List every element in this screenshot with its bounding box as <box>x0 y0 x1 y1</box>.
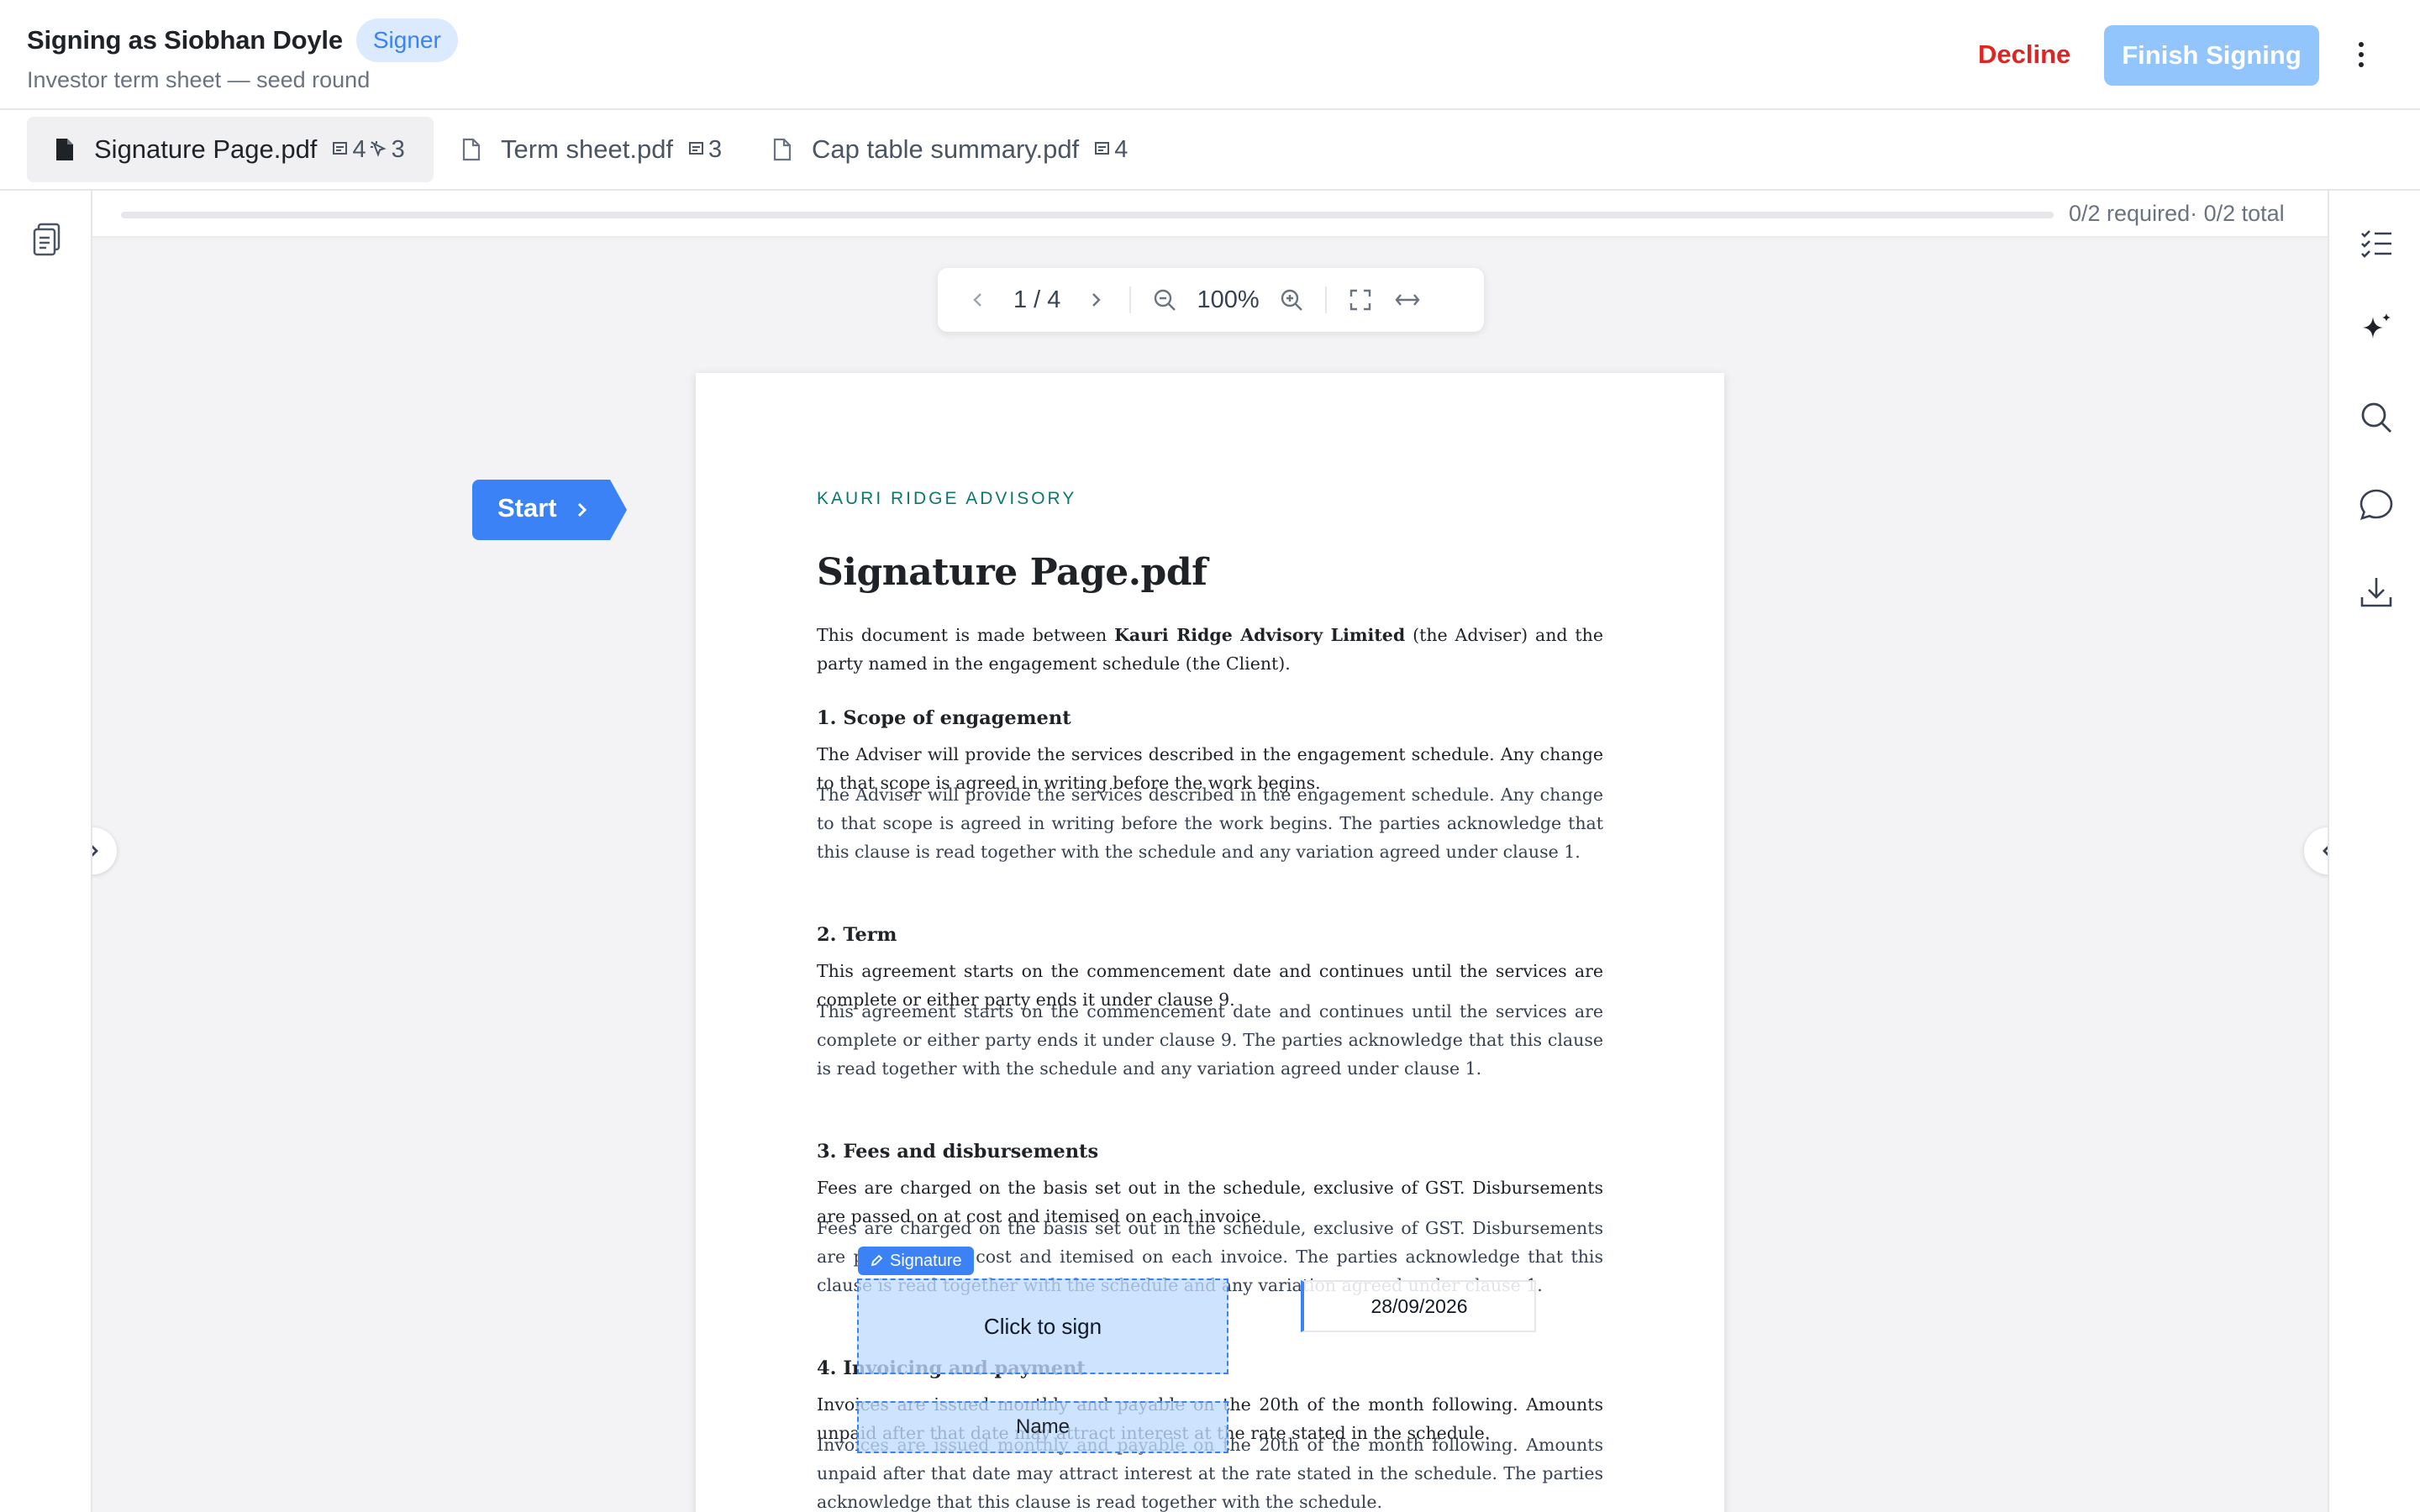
comment-icon[interactable] <box>2358 486 2395 523</box>
fit-width-button[interactable] <box>1384 276 1431 323</box>
progress-bar <box>121 212 2054 218</box>
tab-cap-table-summary[interactable]: Cap table summary.pdf 4 <box>744 117 1156 182</box>
document-outline-icon <box>462 138 481 161</box>
sparkle-ai-icon[interactable] <box>2358 312 2395 349</box>
fields-icon <box>1095 142 1110 155</box>
tab-label: Term sheet.pdf <box>501 134 674 164</box>
section-paragraph: The Adviser will provide the services de… <box>817 785 1603 862</box>
section-heading: 2. Term <box>817 924 897 946</box>
download-icon[interactable] <box>2358 574 2395 611</box>
document-outline-icon <box>773 138 792 161</box>
intro-party-name: Kauri Ridge Advisory Limited <box>1114 625 1406 645</box>
document-title: Signature Page.pdf <box>817 551 1207 594</box>
signature-tag-label: Signature <box>890 1251 962 1270</box>
header: Signing as Siobhan Doyle Signer Investor… <box>0 0 2420 110</box>
field-count: 3 <box>688 136 722 164</box>
progress-strip: 0/2 required· 0/2 total <box>92 191 2328 238</box>
pen-icon <box>871 1254 883 1267</box>
role-badge: Signer <box>355 18 458 62</box>
tab-label: Cap table summary.pdf <box>812 134 1080 164</box>
zoom-out-button[interactable] <box>1141 276 1188 323</box>
expand-right-panel-button[interactable] <box>2304 827 2328 874</box>
expand-left-panel-button[interactable] <box>92 827 117 874</box>
cursor-click-icon <box>370 141 387 157</box>
search-icon[interactable] <box>2358 399 2395 436</box>
more-options-icon[interactable] <box>2344 34 2378 76</box>
page-title: Signing as Siobhan Doyle <box>27 25 343 55</box>
zoom-level: 100% <box>1197 286 1260 313</box>
chevron-right-icon <box>92 845 98 857</box>
tab-field-count: 4 <box>352 135 366 163</box>
finish-signing-button[interactable]: Finish Signing <box>2104 25 2319 86</box>
field-count: 4 3 <box>332 135 405 164</box>
chevron-right-icon <box>577 502 587 517</box>
page-thumbnails-icon[interactable] <box>32 223 62 256</box>
fit-width-icon <box>1395 294 1420 306</box>
zoom-in-button[interactable] <box>1268 276 1315 323</box>
zoom-in-icon <box>1281 289 1302 311</box>
tab-field-count: 4 <box>1114 135 1128 163</box>
field-count: 4 <box>1094 136 1128 164</box>
progress-text: 0/2 required· 0/2 total <box>2069 201 2285 226</box>
previous-page-button[interactable] <box>955 276 1002 323</box>
tab-term-sheet[interactable]: Term sheet.pdf 3 <box>434 117 750 182</box>
tab-signature-page[interactable]: Signature Page.pdf 4 3 <box>27 117 434 182</box>
toolbar-divider <box>1129 286 1132 313</box>
left-rail <box>0 191 92 1512</box>
company-brand: KAURI RIDGE ADVISORY <box>817 489 1077 508</box>
envelope-subtitle: Investor term sheet — seed round <box>27 67 371 92</box>
chevron-left-icon <box>973 293 981 307</box>
viewer-toolbar: 1 / 4 100% <box>938 268 1484 332</box>
toolbar-divider <box>1324 286 1327 313</box>
fullscreen-icon <box>1349 289 1370 311</box>
section-paragraph: This agreement starts on the commencemen… <box>817 1001 1603 1079</box>
tab-required-count: 3 <box>391 135 405 163</box>
date-field[interactable]: 28/09/2026 <box>1301 1280 1536 1332</box>
checklist-icon[interactable] <box>2358 224 2395 261</box>
start-label: Start <box>497 493 557 522</box>
signature-field-tag: Signature <box>858 1247 974 1275</box>
name-field[interactable]: Name <box>857 1401 1228 1453</box>
fullscreen-button[interactable] <box>1337 276 1384 323</box>
chevron-right-icon <box>1092 293 1102 307</box>
fields-icon <box>689 142 704 155</box>
section-heading: 1. Scope of engagement <box>817 707 1071 729</box>
title-row: Signing as Siobhan Doyle Signer <box>27 18 458 62</box>
page-indicator: 1 / 4 <box>1013 286 1061 313</box>
zoom-out-icon <box>1155 289 1176 311</box>
intro-text: This document is made between <box>817 625 1115 645</box>
document-tabs: Signature Page.pdf 4 3 Term sheet.pdf 3 … <box>0 110 2420 191</box>
chevron-left-icon <box>2323 846 2328 856</box>
signature-field[interactable]: Click to sign <box>857 1278 1228 1374</box>
fields-icon <box>333 142 348 155</box>
tab-label: Signature Page.pdf <box>94 134 318 164</box>
document-filled-icon <box>56 139 73 160</box>
right-rail <box>2328 191 2420 1512</box>
next-page-button[interactable] <box>1072 276 1119 323</box>
decline-button[interactable]: Decline <box>1958 25 2091 84</box>
start-button[interactable]: Start <box>472 480 627 540</box>
tab-field-count: 3 <box>708 135 723 163</box>
section-heading: 3. Fees and disbursements <box>817 1141 1099 1163</box>
intro-paragraph: This document is made between Kauri Ridg… <box>817 621 1603 678</box>
